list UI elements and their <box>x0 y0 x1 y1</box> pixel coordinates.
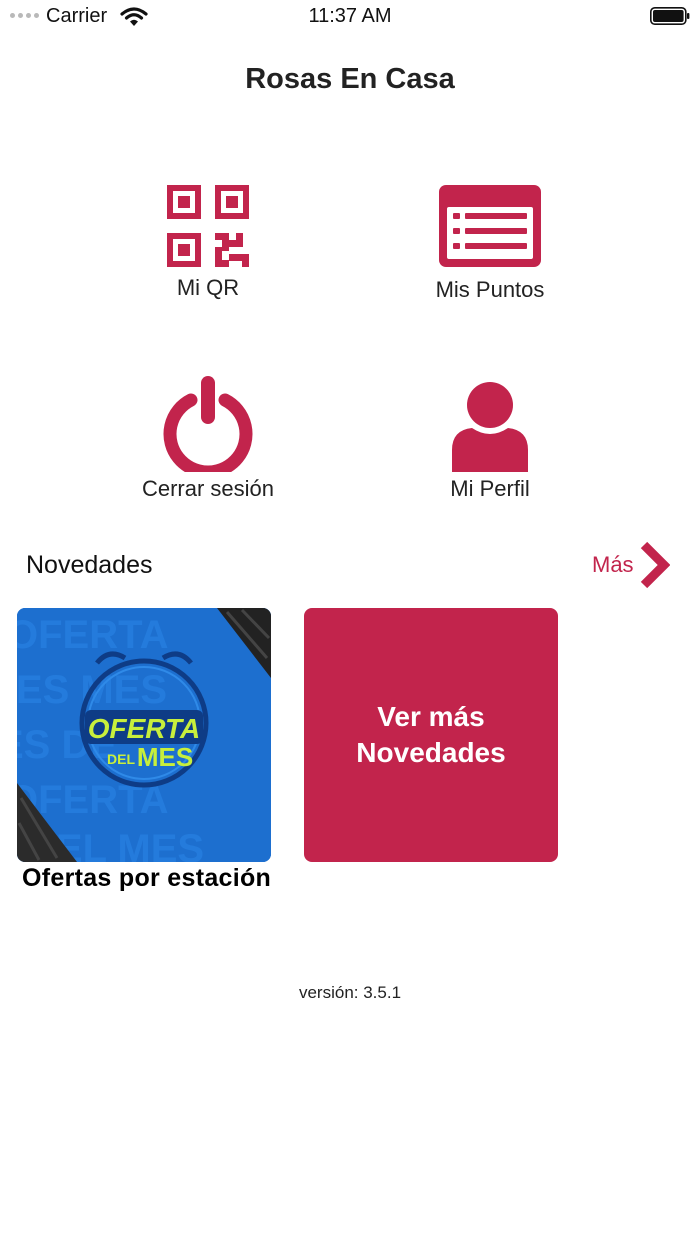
my-points-button[interactable]: Mis Puntos <box>365 185 615 303</box>
battery-icon <box>650 7 690 25</box>
status-time: 11:37 AM <box>308 5 392 27</box>
points-list-icon <box>439 185 541 267</box>
user-icon <box>452 382 528 472</box>
see-more-line2: Novedades <box>356 737 506 768</box>
see-more-line1: Ver más <box>377 701 485 732</box>
my-qr-label: Mi QR <box>176 275 240 300</box>
badge-small-text: DEL <box>107 751 135 767</box>
offer-caption: Ofertas por estación <box>22 864 272 892</box>
my-profile-label: Mi Perfil <box>450 476 530 501</box>
more-news-link[interactable]: Más <box>592 541 670 589</box>
logout-label: Cerrar sesión <box>141 476 275 501</box>
news-heading: Novedades <box>26 551 153 579</box>
my-points-label: Mis Puntos <box>435 277 545 302</box>
chevron-right-icon <box>640 541 670 589</box>
version-label: versión: 3.5.1 <box>298 983 402 1002</box>
offer-of-month-card[interactable]: OFERTA DES MES ES DE OFERTA DEL MES OFER… <box>17 608 271 862</box>
see-more-news-card[interactable]: Ver más Novedades <box>304 608 558 862</box>
my-profile-button[interactable]: Mi Perfil <box>365 380 615 502</box>
my-qr-button[interactable]: Mi QR <box>83 185 333 301</box>
qr-code-icon <box>167 185 249 267</box>
badge-top-text: OFERTA <box>88 713 201 744</box>
app-title: Rosas En Casa <box>245 63 455 95</box>
svg-text:OFERTA: OFERTA <box>17 613 168 657</box>
offer-of-month-image: OFERTA DES MES ES DE OFERTA DEL MES OFER… <box>17 608 271 862</box>
status-bar: Carrier 11:37 AM <box>0 0 700 34</box>
badge-big-text: MES <box>137 742 193 772</box>
power-icon <box>163 376 253 472</box>
logout-button[interactable]: Cerrar sesión <box>83 376 333 502</box>
more-label: Más <box>592 552 634 577</box>
